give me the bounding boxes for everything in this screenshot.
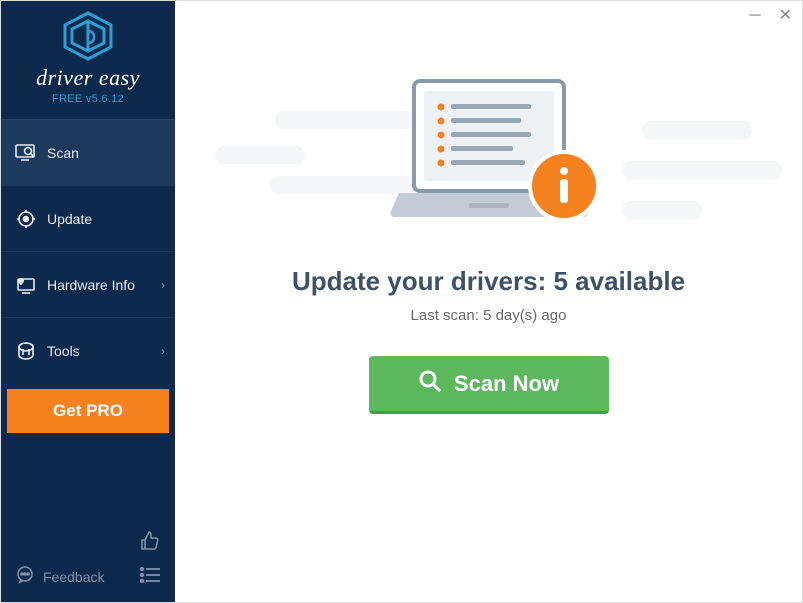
tools-icon (15, 340, 37, 362)
nav-tools[interactable]: Tools › (1, 317, 175, 383)
scan-now-button[interactable]: Scan Now (369, 356, 609, 414)
update-icon (15, 208, 37, 230)
logo-area: driver easy FREE v5.6.12 (1, 1, 175, 119)
thumbs-up-icon[interactable] (139, 530, 161, 557)
scan-icon (15, 142, 37, 164)
nav-hardware-info[interactable]: i Hardware Info › (1, 251, 175, 317)
version-label: FREE v5.6.12 (52, 93, 124, 105)
get-pro-button[interactable]: Get PRO (7, 389, 169, 433)
feedback-button[interactable]: Feedback (15, 565, 104, 588)
nav-update-label: Update (47, 211, 92, 227)
last-scan-text: Last scan: 5 day(s) ago (411, 307, 567, 324)
brand-name: driver easy (36, 65, 140, 91)
hardware-info-icon: i (15, 274, 37, 296)
headline: Update your drivers: 5 available (292, 266, 685, 297)
main-content: Update your drivers: 5 available Last sc… (175, 1, 802, 602)
scan-now-label: Scan Now (454, 371, 559, 397)
magnifier-icon (418, 369, 442, 399)
nav-scan[interactable]: Scan (1, 119, 175, 185)
laptop-illustration (369, 71, 609, 246)
nav-tools-label: Tools (47, 343, 80, 359)
chevron-right-icon: › (161, 278, 165, 292)
list-icon[interactable] (139, 567, 161, 588)
last-scan-value: 5 day(s) ago (483, 307, 566, 324)
headline-suffix: available (568, 266, 685, 296)
nav-update[interactable]: Update (1, 185, 175, 251)
speech-bubble-icon (15, 565, 35, 588)
chevron-right-icon: › (161, 344, 165, 358)
nav-scan-label: Scan (47, 145, 79, 161)
minimize-button[interactable]: ─ (749, 9, 760, 23)
sidebar: driver easy FREE v5.6.12 Scan (1, 1, 175, 602)
app-logo-icon (61, 11, 115, 61)
close-button[interactable]: ✕ (779, 9, 792, 23)
headline-prefix: Update your drivers: (292, 266, 554, 296)
get-pro-label: Get PRO (53, 401, 123, 421)
nav-hardware-info-label: Hardware Info (47, 277, 135, 293)
available-count: 5 (553, 266, 567, 296)
feedback-label: Feedback (43, 569, 104, 585)
